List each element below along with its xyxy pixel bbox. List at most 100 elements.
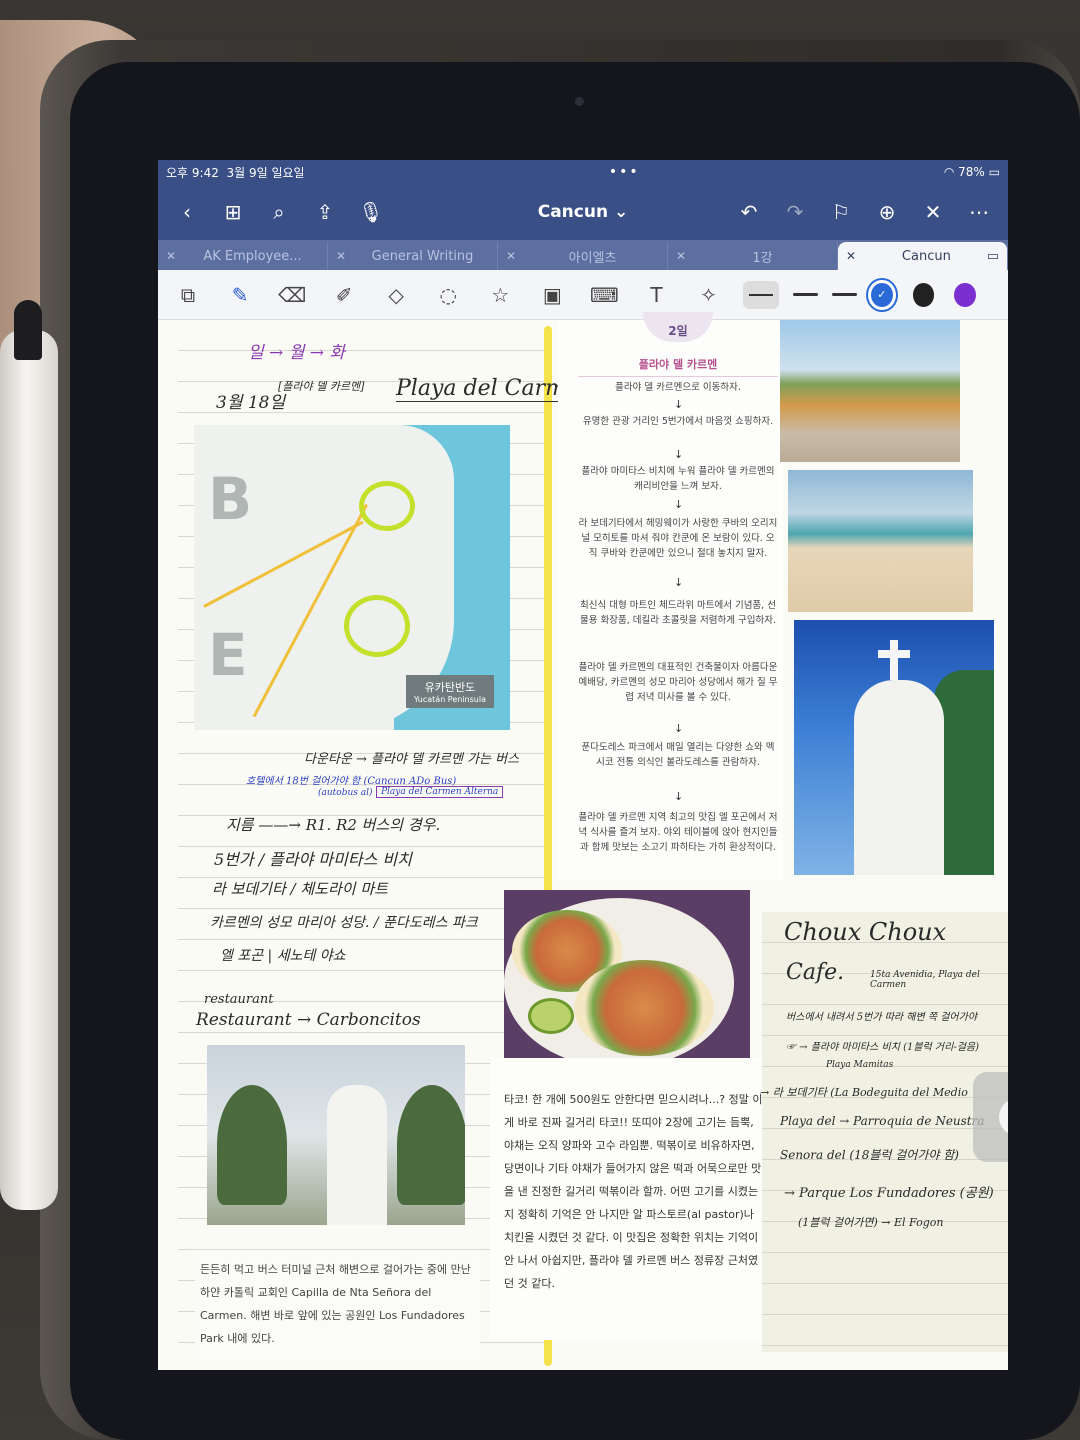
tab-close-icon[interactable]: ✕ bbox=[166, 249, 176, 263]
hw-restaurant-label: restaurant bbox=[204, 992, 274, 1007]
hw-note-3: Playa Mamitas bbox=[826, 1060, 894, 1070]
fifth-avenue-street-photo bbox=[780, 320, 960, 462]
status-right: ◠ 78% ▭ bbox=[944, 165, 1000, 179]
down-arrow-icon: ↓ bbox=[674, 498, 684, 511]
image-tool-icon[interactable]: ▣ bbox=[534, 277, 570, 313]
map-label-korean: 유카탄반도 bbox=[424, 681, 476, 694]
down-arrow-icon: ↓ bbox=[674, 722, 684, 735]
itinerary-step: 플라야 마미타스 비치에 누워 플라야 델 카르멘의 캐리비안을 느껴 보자. bbox=[581, 466, 775, 492]
hw-bus-stop-box: Playa del Carmen Alterna bbox=[376, 786, 504, 798]
stroke-medium[interactable] bbox=[792, 293, 818, 296]
close-icon[interactable]: ✕ bbox=[918, 197, 948, 227]
tab-expand-icon[interactable]: ▭ bbox=[987, 249, 999, 264]
hw-note-4: → 라 보데기타 (La Bodeguita del Medio bbox=[760, 1086, 968, 1099]
stroke-thick[interactable] bbox=[831, 293, 858, 296]
bookmark-icon[interactable]: ⚐ bbox=[826, 197, 856, 227]
nav-right-actions: ↶ ↷ ⚐ ⊕ ✕ ⋯ bbox=[718, 197, 994, 227]
hw-bus-note: 호텔에서 18번 걸어가야 함 (Cancun ADo Bus) bbox=[246, 776, 457, 787]
pencil-tip bbox=[14, 300, 42, 360]
tab-ielts[interactable]: ✕ 아이엘츠 bbox=[498, 242, 668, 270]
laser-pointer-icon[interactable]: ✧ bbox=[690, 277, 726, 313]
status-time-date: 오후 9:42 3월 9일 일요일 bbox=[166, 165, 305, 180]
itinerary-step: 플라야 델 카르멘의 대표적인 건축물이자 아름다운 예배당, 카르멘의 성모 … bbox=[578, 662, 778, 703]
front-camera bbox=[575, 97, 584, 106]
hw-note-6: Senora del (18블럭 걸어가야 함) bbox=[780, 1148, 959, 1162]
map-label-box: 유카탄반도 Yucatán Peninsula bbox=[405, 675, 494, 708]
tab-cancun[interactable]: ✕ Cancun ▭ bbox=[838, 242, 1008, 270]
chapel-building bbox=[327, 1085, 387, 1225]
white-chapel-photo bbox=[207, 1045, 465, 1225]
back-icon[interactable]: ‹ bbox=[172, 197, 202, 227]
sticker-tool-icon[interactable]: ☆ bbox=[482, 277, 518, 313]
tab-close-icon[interactable]: ✕ bbox=[336, 249, 346, 263]
battery-icon: ▭ bbox=[988, 165, 1000, 179]
shapes-tool-icon[interactable]: ◇ bbox=[378, 277, 414, 313]
microphone-icon[interactable]: 🎙 bbox=[356, 197, 386, 227]
hw-note-7: → Parque Los Fundadores (공원) bbox=[784, 1186, 994, 1201]
text-tool-icon[interactable]: T bbox=[638, 277, 674, 313]
tab-close-icon[interactable]: ✕ bbox=[506, 249, 516, 263]
tablet-screen: 오후 9:42 3월 9일 일요일 ••• ◠ 78% ▭ ‹ ⊞ ⌕ ⇪ 🎙 … bbox=[158, 160, 1008, 1370]
itinerary-step: 최신식 대형 마트인 체드라위 마트에서 기념품, 선물용 화장품, 데킬라 초… bbox=[580, 600, 776, 626]
search-icon[interactable]: ⌕ bbox=[264, 197, 294, 227]
nav-bar: ‹ ⊞ ⌕ ⇪ 🎙 Cancun ⌄ ↶ ↷ ⚐ ⊕ ✕ ⋯ bbox=[158, 184, 1008, 240]
eraser-tool-icon[interactable]: ⌫ bbox=[274, 277, 310, 313]
map-highlight-circle bbox=[359, 481, 415, 531]
redo-icon[interactable]: ↷ bbox=[780, 197, 810, 227]
grid-icon[interactable]: ⊞ bbox=[218, 197, 248, 227]
down-arrow-icon: ↓ bbox=[674, 398, 684, 411]
more-icon[interactable]: ⋯ bbox=[964, 197, 994, 227]
itinerary-step: 플라야 델 카르멘으로 이동하자. bbox=[615, 382, 741, 393]
hw-date: 3월 18일 bbox=[216, 393, 286, 413]
highlighter-tool-icon[interactable]: ✐ bbox=[326, 277, 362, 313]
street-tacos-photo bbox=[504, 890, 750, 1058]
hw-note-8: (1블럭 걸어가면) → El Fogon bbox=[798, 1216, 944, 1229]
multitask-dots-icon[interactable]: ••• bbox=[609, 164, 640, 180]
tab-close-icon[interactable]: ✕ bbox=[846, 249, 856, 263]
keyboard-tool-icon[interactable]: ⌨ bbox=[586, 277, 622, 313]
hw-line-5: 엘 포곤 | 세노테 야쇼 bbox=[220, 948, 346, 964]
hw-place-korean: [플라야 델 카르멘] bbox=[278, 380, 365, 393]
parroquia-church-photo bbox=[794, 620, 994, 875]
lime bbox=[528, 998, 574, 1034]
itinerary-step: 유명한 관광 거리인 5번가에서 마음껏 쇼핑하자. bbox=[582, 416, 774, 427]
tab-bar: ✕ AK Employee... ✕ General Writing ✕ 아이엘츠 ✕… bbox=[158, 240, 1008, 270]
document-title[interactable]: Cancun bbox=[538, 202, 608, 222]
apple-pencil bbox=[0, 330, 58, 1210]
itinerary-step: 푼다도레스 파크에서 매일 열리는 다양한 쇼와 멕시코 전통 의식인 볼라도레… bbox=[581, 742, 775, 768]
hw-line-1: 지름 ——→ R1. R2 버스의 경우. bbox=[226, 816, 441, 834]
assistive-touch-icon[interactable] bbox=[999, 1098, 1008, 1136]
tab-lecture-1[interactable]: ✕ 1강 bbox=[668, 242, 838, 270]
floating-assistive-button[interactable] bbox=[973, 1072, 1008, 1162]
hw-line-3: 라 보데기타 / 체도라이 마트 bbox=[212, 880, 388, 898]
down-arrow-icon: ↓ bbox=[674, 448, 684, 461]
tab-general-writing[interactable]: ✕ General Writing bbox=[328, 242, 498, 270]
zoom-window-icon[interactable]: ⧉ bbox=[170, 277, 206, 313]
notebook-page[interactable]: 일 → 월 → 화 3월 18일 [플라야 델 카르멘] Playa del C… bbox=[158, 312, 1008, 1370]
undo-icon[interactable]: ↶ bbox=[734, 197, 764, 227]
map-letter-b: B bbox=[208, 465, 253, 533]
hw-line-2: 5번가 / 플라야 마미타스 비치 bbox=[214, 850, 412, 869]
tab-ak-employee[interactable]: ✕ AK Employee... bbox=[158, 242, 328, 270]
palm-tree bbox=[397, 1085, 465, 1205]
chevron-down-icon[interactable]: ⌄ bbox=[614, 202, 628, 222]
color-swatch-purple[interactable] bbox=[954, 282, 976, 307]
stroke-thin-selected[interactable] bbox=[742, 280, 779, 309]
lasso-tool-icon[interactable]: ◌ bbox=[430, 277, 466, 313]
hw-cafe-address: 15ta Avenidia, Playa del Carmen bbox=[870, 970, 980, 990]
color-swatch-black[interactable] bbox=[912, 282, 935, 307]
share-icon[interactable]: ⇪ bbox=[310, 197, 340, 227]
map-label-english: Yucatán Peninsula bbox=[413, 695, 486, 704]
taco-caption: 타코! 한 개에 500원도 안한다면 믿으시려나...? 정말 이게 바로 진… bbox=[504, 1093, 763, 1290]
add-page-icon[interactable]: ⊕ bbox=[872, 197, 902, 227]
tab-close-icon[interactable]: ✕ bbox=[676, 249, 686, 263]
battery-percent: 78% bbox=[958, 165, 985, 179]
hw-bus-title: 다운타운 → 플라야 델 카르멘 가는 버스 bbox=[304, 752, 520, 767]
pen-tool-icon[interactable]: ✎ bbox=[222, 277, 258, 313]
color-swatch-blue[interactable]: ✓ bbox=[871, 282, 893, 307]
map-highlight-circle bbox=[344, 595, 410, 657]
tool-bar: ⧉ ✎ ⌫ ✐ ◇ ◌ ☆ ▣ ⌨ T ✧ ✓ bbox=[158, 270, 1008, 320]
church-building bbox=[854, 680, 944, 875]
palm-tree bbox=[217, 1085, 287, 1205]
cross-icon bbox=[890, 640, 898, 680]
